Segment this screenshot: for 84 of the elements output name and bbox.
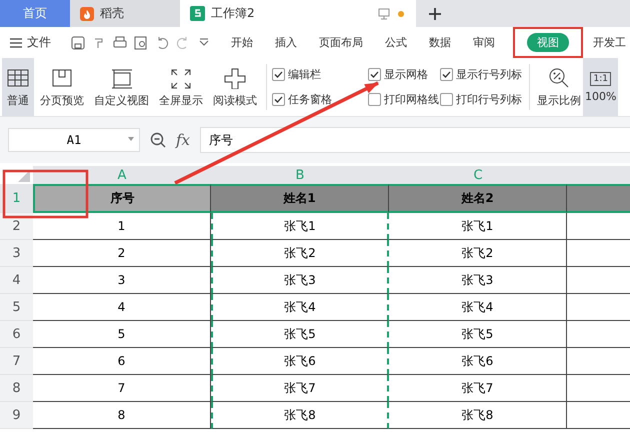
checkbox[interactable] xyxy=(368,93,381,106)
zoom-out-icon[interactable] xyxy=(150,132,166,148)
window-tab[interactable]: 稻壳 xyxy=(70,0,180,27)
table-cell: 张飞3 xyxy=(389,267,567,294)
ribbon-tab[interactable]: 数据 xyxy=(425,33,455,52)
checkbox[interactable] xyxy=(440,68,453,81)
option-label[interactable]: 任务窗格 xyxy=(288,92,332,107)
checkbox[interactable] xyxy=(368,68,381,81)
flame-icon xyxy=(80,6,94,20)
zoom-percent-icon xyxy=(548,66,570,88)
table-cell: 6 xyxy=(33,348,211,375)
save-icon[interactable] xyxy=(71,36,85,50)
table-cell: 张飞8 xyxy=(389,402,567,429)
window-tab[interactable]: 首页 xyxy=(0,0,70,27)
new-tab-icon[interactable] xyxy=(428,6,442,20)
table-cell: 8 xyxy=(33,402,211,429)
name-box[interactable]: A1 xyxy=(8,128,140,152)
table-cell: 张飞7 xyxy=(211,375,389,402)
table-cell: 张飞1 xyxy=(389,213,567,240)
ribbon-tab[interactable]: 开发工 xyxy=(589,33,630,52)
table-cell: 张飞8 xyxy=(211,402,389,429)
window-tab[interactable]: 工作簿2 xyxy=(180,0,416,27)
zoom-button[interactable]: 显示比例 xyxy=(535,58,583,116)
table-cell: 2 xyxy=(33,240,211,267)
view-mode-button[interactable]: 分页预览 xyxy=(36,58,88,116)
table-cell: 张飞4 xyxy=(211,294,389,321)
checkbox[interactable] xyxy=(440,93,453,106)
header-cell xyxy=(567,184,630,213)
menu-icon xyxy=(10,38,22,48)
option-label[interactable]: 打印网格线 xyxy=(384,92,439,107)
table-cell: 张飞6 xyxy=(389,348,567,375)
view-mode-button[interactable]: 阅读模式 xyxy=(209,58,261,116)
row-header[interactable]: 8 xyxy=(0,375,33,402)
row-header[interactable]: 4 xyxy=(0,267,33,294)
formula-field[interactable]: 序号 xyxy=(200,127,630,153)
table-cell: 张飞2 xyxy=(211,240,389,267)
header-cell: 姓名2 xyxy=(389,184,567,213)
cross-shape-icon xyxy=(223,66,247,88)
window-frame-icon xyxy=(110,66,134,88)
grid-view-icon xyxy=(6,66,30,88)
monitor-icon xyxy=(378,8,390,20)
checkbox[interactable] xyxy=(272,68,285,81)
ribbon-tab[interactable]: 开始 xyxy=(227,33,257,52)
option-label[interactable]: 编辑栏 xyxy=(288,67,321,82)
ribbon-tab[interactable]: 公式 xyxy=(381,33,411,52)
row-header[interactable]: 5 xyxy=(0,294,33,321)
table-cell: 张飞4 xyxy=(389,294,567,321)
print-icon[interactable] xyxy=(113,36,127,50)
table-cell: 7 xyxy=(33,375,211,402)
ribbon-tab[interactable]: 页面布局 xyxy=(315,33,367,52)
page-layout-icon xyxy=(50,66,74,88)
ribbon-tab[interactable]: 插入 xyxy=(271,33,301,52)
checkbox[interactable] xyxy=(272,93,285,106)
spreadsheet-icon xyxy=(190,6,205,21)
header-cell: 序号 xyxy=(33,184,211,213)
table-cell: 4 xyxy=(33,294,211,321)
view-mode-button[interactable]: 全屏显示 xyxy=(155,58,207,116)
ribbon-tab[interactable]: 审阅 xyxy=(469,33,499,52)
view-mode-button[interactable]: 自定义视图 xyxy=(90,58,153,116)
option-label[interactable]: 显示行号列标 xyxy=(456,67,522,82)
table-cell: 5 xyxy=(33,321,211,348)
table-cell: 张飞5 xyxy=(211,321,389,348)
table-cell: 张飞3 xyxy=(211,267,389,294)
print-preview-icon[interactable] xyxy=(134,36,148,50)
table-cell: 1 xyxy=(33,213,211,240)
status-dot-icon xyxy=(396,8,406,18)
table-cell: 张飞6 xyxy=(211,348,389,375)
table-cell: 张飞2 xyxy=(389,240,567,267)
row-header[interactable]: 6 xyxy=(0,321,33,348)
header-cell: 姓名1 xyxy=(211,184,389,213)
function-label[interactable]: fx xyxy=(176,131,190,149)
table-cell: 张飞7 xyxy=(389,375,567,402)
option-label[interactable]: 打印行号列标 xyxy=(456,92,522,107)
table-cell: 张飞1 xyxy=(211,213,389,240)
expand-arrows-icon xyxy=(169,66,193,88)
table-cell: 3 xyxy=(33,267,211,294)
row-header[interactable]: 3 xyxy=(0,240,33,267)
option-label[interactable]: 显示网格 xyxy=(384,67,428,82)
table-cell: 张飞5 xyxy=(389,321,567,348)
file-menu[interactable]: 文件 xyxy=(10,34,51,51)
actual-size-button[interactable]: 1:1 100% xyxy=(583,58,618,116)
view-mode-button[interactable]: 普通 xyxy=(2,58,34,116)
row-header[interactable]: 7 xyxy=(0,348,33,375)
row-header[interactable]: 9 xyxy=(0,402,33,429)
